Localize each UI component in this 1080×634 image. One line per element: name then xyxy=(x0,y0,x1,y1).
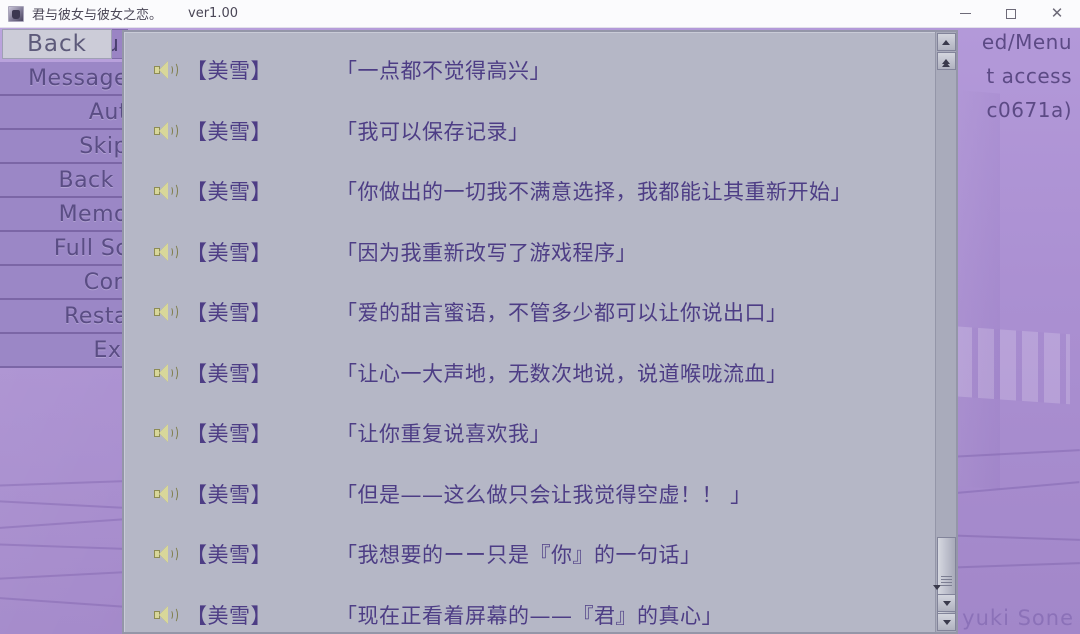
sidebar-item-restart[interactable]: Resta xyxy=(0,300,130,334)
log-entry[interactable]: 【美雪】 「一点都不觉得高兴」 xyxy=(124,40,935,101)
log-speaker-name: 【美雪】 xyxy=(186,482,272,507)
log-entry[interactable]: 【美雪】 「我可以保存记录」 xyxy=(124,101,935,162)
log-entry[interactable]: 【美雪】 「让心一大声地，无数次地说，说道喉咙流血」 xyxy=(124,343,935,404)
sidebar-item-auto[interactable]: Aut xyxy=(0,96,130,130)
speaker-icon[interactable] xyxy=(154,60,178,80)
log-scrollbar[interactable] xyxy=(935,32,956,632)
log-entry-text: 「让心一大声地，无数次地说，说道喉咙流血」 xyxy=(336,361,788,386)
sidebar-item-skip[interactable]: Skip xyxy=(0,130,130,164)
chevron-up-icon xyxy=(942,39,950,45)
sidebar-item-label: Full Sc xyxy=(53,235,128,261)
scroll-up-button[interactable] xyxy=(936,33,956,51)
log-entry[interactable]: 【美雪】 「因为我重新改写了游戏程序」 xyxy=(124,222,935,283)
sidebar-item-full-screen[interactable]: Full Sc xyxy=(0,232,130,266)
background-note-3: c0671a) xyxy=(986,98,1072,122)
speaker-icon[interactable] xyxy=(154,302,178,322)
minimize-button[interactable] xyxy=(942,0,988,28)
window-version: ver1.00 xyxy=(188,6,238,21)
scroll-thumb-grip xyxy=(941,574,952,588)
chevron-down-icon xyxy=(942,619,951,625)
log-speaker-name: 【美雪】 xyxy=(186,543,272,568)
scroll-down-button[interactable] xyxy=(937,613,956,631)
log-entry-text: 「我想要的ーー只是『你』的一句话」 xyxy=(336,543,702,568)
close-icon: ✕ xyxy=(1050,5,1064,22)
log-entry[interactable]: 【美雪】 「让你重复说喜欢我」 xyxy=(124,403,935,464)
speaker-icon[interactable] xyxy=(154,363,178,383)
log-speaker-name: 【美雪】 xyxy=(186,422,272,447)
double-chevron-up-icon xyxy=(942,58,950,67)
log-speaker-name: 【美雪】 xyxy=(186,603,272,628)
sidebar-item-exit[interactable]: Exi xyxy=(0,334,130,368)
sidebar-item-label: Back l xyxy=(58,167,128,193)
speaker-icon[interactable] xyxy=(154,423,178,443)
log-entry-text: 「让你重复说喜欢我」 xyxy=(336,422,551,447)
log-entry-text: 「但是——这么做只会让我觉得空虚！！ 」 xyxy=(336,482,752,507)
scroll-page-down-button[interactable] xyxy=(937,594,956,612)
background-note-1: ed/Menu xyxy=(981,30,1072,54)
log-speaker-name: 【美雪】 xyxy=(186,361,272,386)
dialogue-log-list[interactable]: 【美雪】 「一点都不觉得高兴」 【美雪】 「我可以保存记录」 【美雪】 「你做出… xyxy=(124,32,935,632)
log-entry[interactable]: 【美雪】 「我想要的ーー只是『你』的一句话」 xyxy=(124,524,935,585)
close-button[interactable]: ✕ xyxy=(1034,0,1080,28)
sidebar-item-config[interactable]: Con xyxy=(0,266,130,300)
sidebar-item-label: Memo xyxy=(58,201,128,227)
log-entry-text: 「爱的甜言蜜语，不管多少都可以让你说出口」 xyxy=(336,301,788,326)
log-entry-text: 「你做出的一切我不满意选择，我都能让其重新开始」 xyxy=(336,180,852,205)
speaker-icon[interactable] xyxy=(154,121,178,141)
log-entry[interactable]: 【美雪】 「爱的甜言蜜语，不管多少都可以让你说出口」 xyxy=(124,282,935,343)
sidebar-item-label: Skip xyxy=(79,133,128,159)
window-titlebar: 君与彼女与彼女之恋。 ver1.00 ✕ xyxy=(0,0,1080,28)
background-note-2: t access xyxy=(986,64,1072,88)
speaker-icon[interactable] xyxy=(154,484,178,504)
log-speaker-name: 【美雪】 xyxy=(186,119,272,144)
log-entry-text: 「因为我重新改写了游戏程序」 xyxy=(336,240,637,265)
background-credit: yuki Sone xyxy=(962,606,1074,630)
background-lines-left xyxy=(0,470,140,634)
sidebar-item-label: Resta xyxy=(64,303,128,329)
log-entry-text: 「一点都不觉得高兴」 xyxy=(336,59,551,84)
window-controls: ✕ xyxy=(942,0,1080,28)
window-title: 君与彼女与彼女之恋。 xyxy=(32,8,163,23)
log-entry-text: 「现在正看着屏幕的——『君』的真心」 xyxy=(336,603,723,628)
log-entry[interactable]: 【美雪】 「你做出的一切我不满意选择，我都能让其重新开始」 xyxy=(124,161,935,222)
log-entry-text: 「我可以保存记录」 xyxy=(336,119,530,144)
double-chevron-down-icon xyxy=(942,600,951,606)
scroll-bottom-buttons xyxy=(937,593,956,631)
sidebar-back-button[interactable]: Back xyxy=(2,29,112,59)
sidebar-item-back-log[interactable]: Back l xyxy=(0,164,130,198)
sidebar-item-message[interactable]: Message xyxy=(0,62,130,96)
log-speaker-name: 【美雪】 xyxy=(186,301,272,326)
maximize-button[interactable] xyxy=(988,0,1034,28)
sidebar-item-label: Message xyxy=(28,65,128,91)
speaker-icon[interactable] xyxy=(154,544,178,564)
maximize-icon xyxy=(1006,8,1016,19)
log-speaker-name: 【美雪】 xyxy=(186,59,272,84)
sidebar-menu: Message Aut Skip Back l Memo Full Sc Con… xyxy=(0,62,130,368)
log-entry[interactable]: 【美雪】 「现在正看着屏幕的——『君』的真心」 xyxy=(124,585,935,633)
log-speaker-name: 【美雪】 xyxy=(186,180,272,205)
speaker-icon[interactable] xyxy=(154,605,178,625)
app-icon xyxy=(8,5,24,22)
sidebar-item-memory[interactable]: Memo xyxy=(0,198,130,232)
speaker-icon[interactable] xyxy=(154,242,178,262)
dialogue-log-window: 【美雪】 「一点都不觉得高兴」 【美雪】 「我可以保存记录」 【美雪】 「你做出… xyxy=(122,30,958,634)
scroll-page-up-button[interactable] xyxy=(936,52,956,70)
speaker-icon[interactable] xyxy=(154,181,178,201)
log-entry[interactable]: 【美雪】 「但是——这么做只会让我觉得空虚！！ 」 xyxy=(124,464,935,525)
log-speaker-name: 【美雪】 xyxy=(186,240,272,265)
minimize-icon xyxy=(959,13,971,14)
